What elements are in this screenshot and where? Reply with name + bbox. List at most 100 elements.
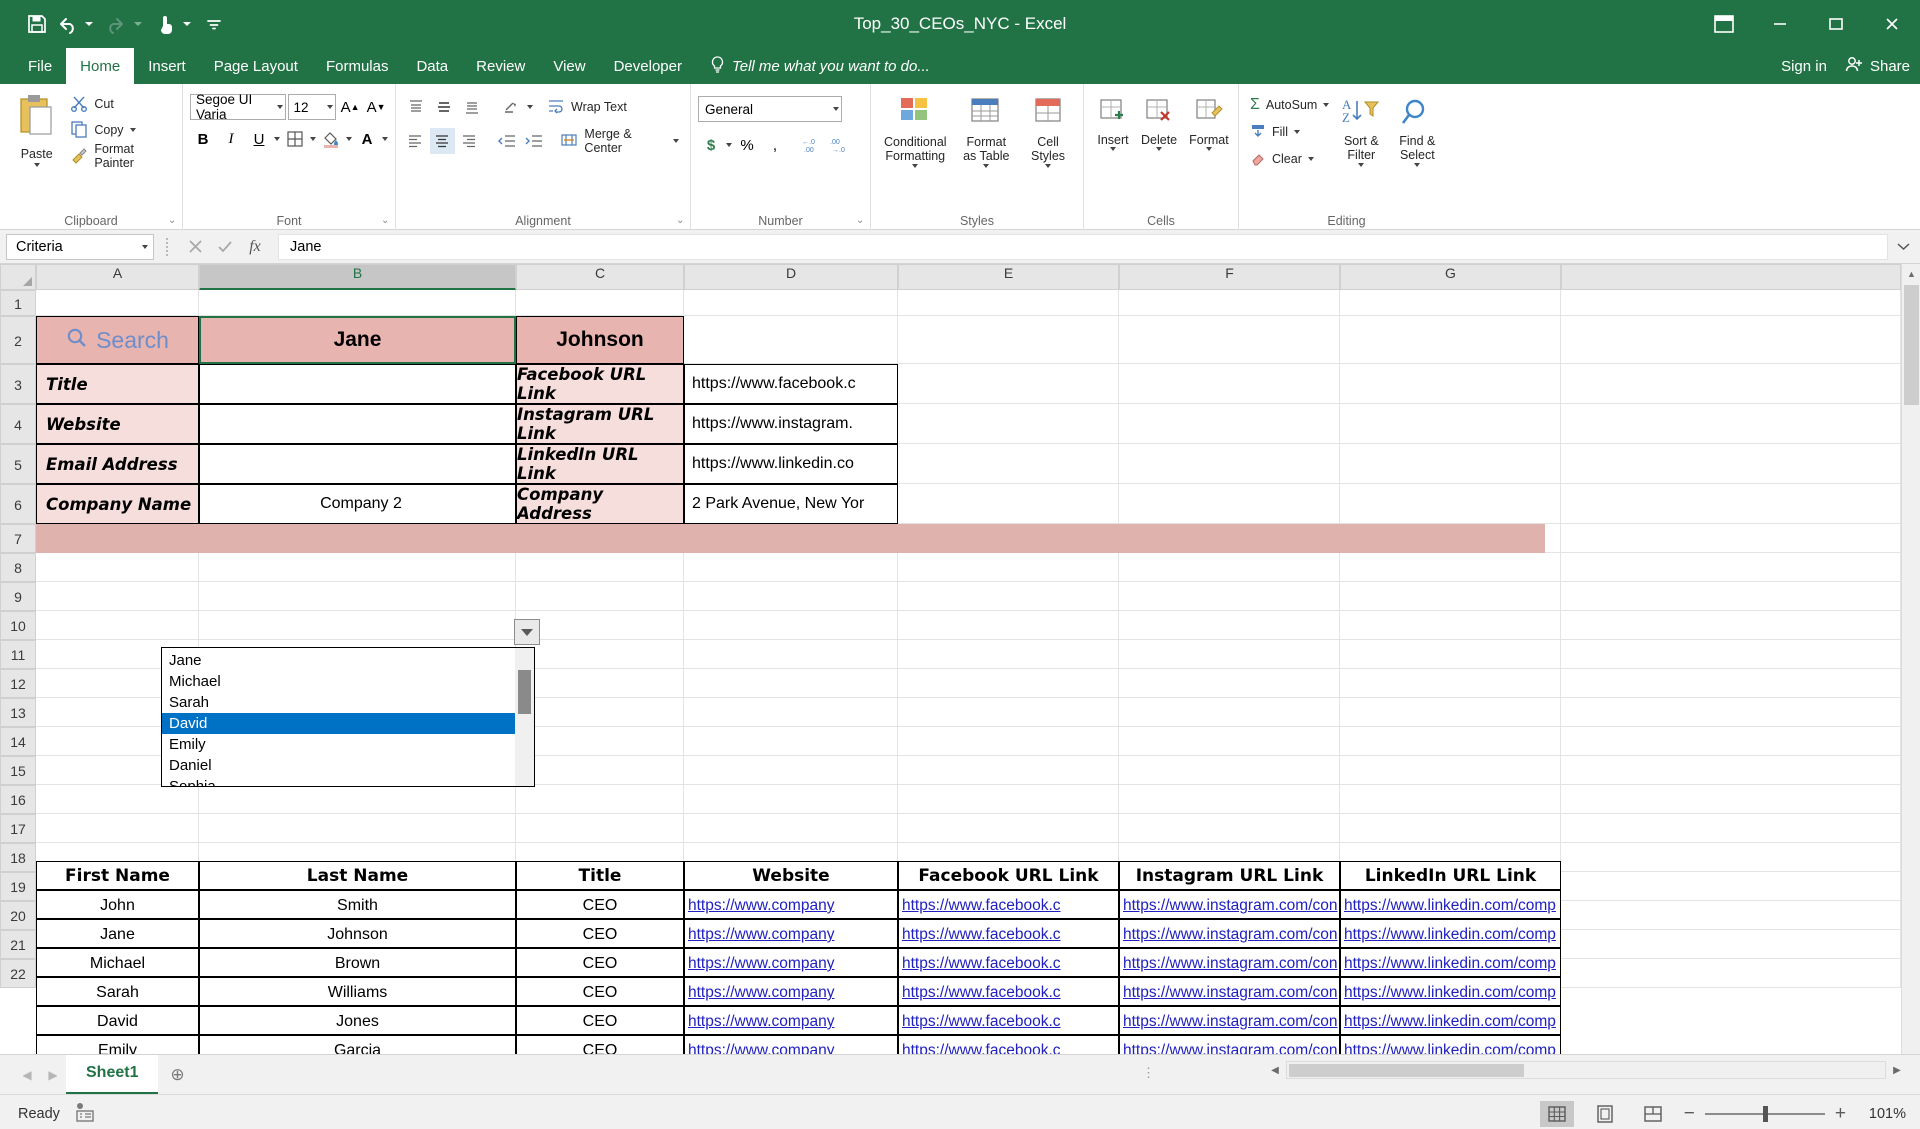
- borders-dropdown-icon[interactable]: [310, 137, 316, 141]
- criteria-value-secondary[interactable]: https://www.facebook.c: [684, 364, 898, 404]
- clear-dropdown-icon[interactable]: [1307, 157, 1314, 161]
- scroll-right-button[interactable]: ▶: [1886, 1060, 1908, 1080]
- share-button[interactable]: Share: [1845, 56, 1910, 77]
- grid-cell[interactable]: [1340, 669, 1561, 698]
- grid-cell[interactable]: [516, 669, 684, 698]
- grid-cell[interactable]: [684, 756, 898, 785]
- grid-cell[interactable]: [1561, 290, 1901, 316]
- grid-cell[interactable]: [1561, 872, 1901, 901]
- minimize-button[interactable]: [1752, 0, 1808, 48]
- undo-dropdown-icon[interactable]: [85, 22, 93, 26]
- grid-cell[interactable]: [516, 582, 684, 611]
- cancel-icon[interactable]: [180, 234, 210, 260]
- table-cell-link[interactable]: https://www.instagram.com/con: [1119, 1006, 1340, 1035]
- merge-center-dropdown-icon[interactable]: [673, 139, 680, 143]
- format-cells-dropdown-icon[interactable]: [1205, 147, 1212, 152]
- enter-icon[interactable]: [210, 234, 240, 260]
- align-center-icon[interactable]: [429, 128, 455, 154]
- next-sheet-icon[interactable]: ▶: [40, 1062, 66, 1088]
- decrease-indent-icon[interactable]: [495, 128, 520, 154]
- grid-cell[interactable]: [516, 698, 684, 727]
- grid-cell[interactable]: [684, 814, 898, 843]
- cut-button[interactable]: Cut: [66, 92, 175, 116]
- dropdown-item[interactable]: David: [162, 713, 534, 734]
- row-header-14[interactable]: 14: [0, 727, 36, 756]
- grid-cell[interactable]: [684, 785, 898, 814]
- grid-cell[interactable]: [684, 290, 898, 316]
- dropdown-item[interactable]: Sophia: [162, 776, 534, 786]
- tab-developer[interactable]: Developer: [600, 48, 696, 84]
- grid-cell[interactable]: [1119, 814, 1340, 843]
- row-header-20[interactable]: 20: [0, 901, 36, 930]
- scroll-left-button[interactable]: ◀: [1264, 1060, 1286, 1080]
- percent-format-button[interactable]: %: [734, 132, 760, 158]
- grid-cell[interactable]: [684, 698, 898, 727]
- maximize-button[interactable]: [1808, 0, 1864, 48]
- tell-me-search[interactable]: Tell me what you want to do...: [696, 48, 930, 84]
- alignment-dialog-launcher[interactable]: ⌄: [676, 216, 686, 226]
- conditional-formatting-dropdown-icon[interactable]: [912, 163, 919, 168]
- row-header-22[interactable]: 22: [0, 959, 36, 988]
- bold-button[interactable]: B: [190, 126, 216, 152]
- formula-input[interactable]: Jane: [278, 233, 1888, 260]
- zoom-track[interactable]: [1704, 1105, 1825, 1122]
- dropdown-scrollbar[interactable]: [515, 648, 534, 786]
- tab-page-layout[interactable]: Page Layout: [200, 48, 312, 84]
- borders-icon[interactable]: [282, 126, 308, 152]
- row-header-9[interactable]: 9: [0, 582, 36, 611]
- grid-cell[interactable]: [1340, 290, 1561, 316]
- row-header-3[interactable]: 3: [0, 364, 36, 404]
- grid-cell[interactable]: [1561, 756, 1901, 785]
- select-all-corner[interactable]: [0, 264, 36, 290]
- row-header-2[interactable]: 2: [0, 316, 36, 364]
- grid-cell[interactable]: [199, 785, 516, 814]
- grid-cell[interactable]: [684, 611, 898, 640]
- grid-cell[interactable]: [1561, 640, 1901, 669]
- last-name-criteria-cell[interactable]: Johnson: [516, 316, 684, 364]
- column-header-h[interactable]: [1561, 264, 1901, 290]
- grid-cell[interactable]: [898, 640, 1119, 669]
- grid-cell[interactable]: [1561, 611, 1901, 640]
- row-header-18[interactable]: 18: [0, 843, 36, 872]
- dropdown-item[interactable]: Jane: [162, 650, 534, 671]
- grid-cell[interactable]: [1119, 582, 1340, 611]
- grid-cell[interactable]: [1561, 698, 1901, 727]
- grid-cell[interactable]: [898, 582, 1119, 611]
- ribbon-display-options-icon[interactable]: [1696, 0, 1752, 48]
- table-cell-link[interactable]: https://www.instagram.com/con: [1119, 919, 1340, 948]
- grid-cell[interactable]: [1561, 484, 1901, 524]
- save-icon[interactable]: [22, 6, 52, 42]
- increase-decimal-icon[interactable]: ←.0.00: [800, 132, 826, 158]
- grid-cell[interactable]: [516, 290, 684, 316]
- column-header-a[interactable]: A: [36, 264, 199, 290]
- horizontal-scrollbar[interactable]: [1286, 1061, 1886, 1079]
- table-cell-link[interactable]: https://www.company: [684, 890, 898, 919]
- grid-cell[interactable]: [898, 611, 1119, 640]
- grid-cell[interactable]: [684, 582, 898, 611]
- expand-formula-bar-icon[interactable]: [1892, 234, 1914, 260]
- criteria-value-secondary[interactable]: https://www.instagram.: [684, 404, 898, 444]
- criteria-dropdown-list[interactable]: JaneMichaelSarahDavidEmilyDanielSophiaJa…: [161, 647, 535, 787]
- row-header-16[interactable]: 16: [0, 785, 36, 814]
- grid-cell[interactable]: [516, 814, 684, 843]
- sheet-tab-sheet1[interactable]: Sheet1: [66, 1054, 159, 1095]
- grid-cell[interactable]: [1561, 727, 1901, 756]
- touch-mode-dropdown-icon[interactable]: [183, 22, 191, 26]
- table-cell-link[interactable]: https://www.linkedin.com/comp: [1340, 948, 1561, 977]
- underline-dropdown-icon[interactable]: [274, 137, 280, 141]
- grid-cell[interactable]: [1340, 611, 1561, 640]
- table-cell-link[interactable]: https://www.linkedin.com/comp: [1340, 1035, 1561, 1054]
- font-dialog-launcher[interactable]: ⌄: [381, 216, 391, 226]
- grid-cell[interactable]: [898, 698, 1119, 727]
- grid-cell[interactable]: [1561, 814, 1901, 843]
- fill-color-dropdown-icon[interactable]: [346, 137, 352, 141]
- insert-cells-button[interactable]: Insert: [1091, 92, 1135, 230]
- grid-cell[interactable]: [1119, 640, 1340, 669]
- table-cell-link[interactable]: https://www.instagram.com/con: [1119, 890, 1340, 919]
- touch-mode-icon[interactable]: [150, 6, 180, 42]
- grid-cell[interactable]: [516, 611, 684, 640]
- grid-cell[interactable]: [684, 640, 898, 669]
- table-cell-link[interactable]: https://www.facebook.c: [898, 919, 1119, 948]
- row-header-13[interactable]: 13: [0, 698, 36, 727]
- column-header-b[interactable]: B: [199, 264, 516, 290]
